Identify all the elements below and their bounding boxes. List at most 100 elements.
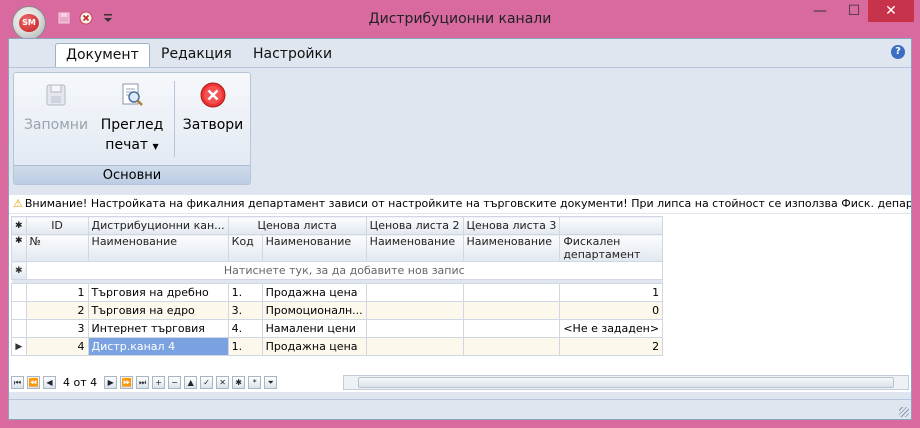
- col-pl2-name[interactable]: Наименование: [365, 234, 464, 262]
- data-grid: ✱ ID Дистрибуционни кан... Ценова листа …: [9, 214, 911, 392]
- help-icon[interactable]: ?: [891, 45, 905, 59]
- last-page-icon[interactable]: ⏭: [136, 375, 150, 389]
- maximize-button[interactable]: ☐: [838, 0, 870, 22]
- cell-pl3[interactable]: [462, 301, 561, 320]
- table-row[interactable]: 2 Търговия на едро 3. Промоционалн... 0: [11, 301, 664, 320]
- new-row-icon: ✱: [11, 261, 27, 280]
- cell-name-selected[interactable]: Дистр.канал 4: [87, 337, 229, 356]
- cell-code[interactable]: 4.: [227, 319, 263, 338]
- print-preview-label-1: Преглед: [100, 117, 164, 133]
- current-row-indicator-icon[interactable]: ▶: [11, 337, 27, 356]
- cell-fiscal[interactable]: 2: [559, 337, 664, 356]
- delete-record-icon[interactable]: −: [168, 375, 182, 389]
- dropdown-arrow-icon: ▼: [152, 142, 159, 151]
- cell-pl2[interactable]: [365, 337, 464, 356]
- band-distribution[interactable]: Дистрибуционни кан...: [87, 216, 229, 235]
- cell-id[interactable]: 1: [25, 283, 89, 302]
- post-edit-icon[interactable]: ✓: [200, 375, 214, 389]
- print-preview-button[interactable]: Преглед печат ▼: [98, 79, 166, 157]
- col-code[interactable]: Код: [227, 234, 263, 262]
- cell-pl1[interactable]: Продажна цена: [261, 283, 367, 302]
- row-selector[interactable]: [11, 301, 27, 320]
- cell-fiscal[interactable]: 0: [559, 301, 664, 320]
- cell-pl2[interactable]: [365, 283, 464, 302]
- cancel-edit-icon[interactable]: ✕: [216, 375, 230, 389]
- band-id[interactable]: ID: [25, 216, 89, 235]
- cell-name[interactable]: Търговия на дребно: [87, 283, 229, 302]
- cell-pl3[interactable]: [462, 337, 561, 356]
- record-navigator: ⏮ ⏪ ◀ 4 от 4 ▶ ⏩ ⏭ + − ▲ ✓ ✕ ✱ * ⏷: [11, 374, 278, 390]
- horizontal-scrollbar[interactable]: [343, 375, 909, 390]
- cell-pl2[interactable]: [365, 319, 464, 338]
- band-header-row: ✱ ID Дистрибуционни кан... Ценова листа …: [11, 216, 664, 235]
- warning-bar: ⚠ Внимание! Настройката на фикалния депар…: [9, 195, 911, 213]
- row-selector[interactable]: [11, 283, 27, 302]
- ribbon-separator: [174, 81, 175, 157]
- row-selector[interactable]: [11, 319, 27, 338]
- cell-pl2[interactable]: [365, 301, 464, 320]
- warning-icon: ⚠: [13, 197, 23, 210]
- cell-id[interactable]: 2: [25, 301, 89, 320]
- band-price-list-2[interactable]: Ценова листа 2: [365, 216, 464, 235]
- col-pl3-name[interactable]: Наименование: [462, 234, 561, 262]
- cell-pl3[interactable]: [462, 283, 561, 302]
- column-selector-icon[interactable]: ✱: [11, 234, 27, 262]
- close-button[interactable]: Затвори: [180, 79, 246, 135]
- band-price-list[interactable]: Ценова листа: [227, 216, 367, 235]
- cell-fiscal[interactable]: 1: [559, 283, 664, 302]
- table-row[interactable]: 3 Интернет търговия 4. Намалени цени <Не…: [11, 319, 664, 338]
- filter-icon[interactable]: ⏷: [264, 375, 278, 389]
- save-icon: [40, 79, 72, 111]
- band-price-list-3[interactable]: Ценова листа 3: [462, 216, 561, 235]
- minimize-button[interactable]: —: [804, 0, 836, 22]
- tab-settings[interactable]: Настройки: [243, 43, 342, 67]
- band-fiscal[interactable]: [559, 216, 664, 235]
- first-page-icon[interactable]: ⏮: [11, 375, 24, 389]
- cell-code[interactable]: 3.: [227, 301, 263, 320]
- cell-code[interactable]: 1.: [227, 283, 263, 302]
- col-name[interactable]: Наименование: [87, 234, 229, 262]
- close-label: Затвори: [182, 117, 244, 133]
- next-page-icon[interactable]: ⏩: [120, 375, 134, 389]
- resize-grip-icon[interactable]: [899, 407, 909, 417]
- ribbon-panel: Запомни Преглед печат ▼ Затвори Основни: [9, 67, 911, 189]
- close-window-button[interactable]: ✕: [868, 0, 914, 22]
- grid-table: ✱ ID Дистрибуционни кан... Ценова листа …: [11, 216, 664, 356]
- save-label: Запомни: [23, 117, 89, 133]
- print-preview-icon: [116, 79, 148, 111]
- cell-pl1[interactable]: Продажна цена: [261, 337, 367, 356]
- cell-name[interactable]: Интернет търговия: [87, 319, 229, 338]
- cell-pl1[interactable]: Промоционалн...: [261, 301, 367, 320]
- tab-edit[interactable]: Редакция: [151, 43, 242, 67]
- title-bar: SM Дистрибуционни канали — ☐ ✕: [0, 0, 920, 40]
- new-record-row[interactable]: ✱ Натиснете тук, за да добавите нов запи…: [11, 261, 664, 280]
- table-row[interactable]: 1 Търговия на дребно 1. Продажна цена 1: [11, 283, 664, 302]
- bookmark-icon[interactable]: *: [248, 375, 262, 389]
- cell-id[interactable]: 4: [25, 337, 89, 356]
- cell-pl3[interactable]: [462, 319, 561, 338]
- add-record-icon[interactable]: +: [152, 375, 166, 389]
- tab-document[interactable]: Документ: [55, 43, 150, 67]
- band-selector-icon[interactable]: ✱: [11, 216, 27, 235]
- refresh-icon[interactable]: ✱: [232, 375, 246, 389]
- save-button[interactable]: Запомни: [22, 79, 90, 135]
- cell-name[interactable]: Търговия на едро: [87, 301, 229, 320]
- cell-id[interactable]: 3: [25, 319, 89, 338]
- prev-page-icon[interactable]: ⏪: [27, 375, 40, 389]
- ribbon-group-main: Запомни Преглед печат ▼ Затвори Основни: [13, 72, 251, 185]
- col-fiscal-department[interactable]: Фискален департамент: [559, 234, 664, 262]
- print-preview-label-2: печат: [105, 137, 149, 153]
- cell-fiscal[interactable]: <Не е зададен>: [559, 319, 664, 338]
- new-record-text[interactable]: Натиснете тук, за да добавите нов запис: [25, 261, 664, 280]
- next-record-icon[interactable]: ▶: [104, 375, 118, 389]
- col-pl1-name[interactable]: Наименование: [261, 234, 367, 262]
- table-row-current[interactable]: ▶ 4 Дистр.канал 4 1. Продажна цена 2: [11, 337, 664, 356]
- edit-record-icon[interactable]: ▲: [184, 375, 198, 389]
- cell-pl1[interactable]: Намалени цени: [261, 319, 367, 338]
- ribbon-tabs: Документ Редакция Настройки ?: [9, 39, 911, 67]
- close-icon: [197, 79, 229, 111]
- prev-record-icon[interactable]: ◀: [43, 375, 56, 389]
- cell-code[interactable]: 1.: [227, 337, 263, 356]
- scrollbar-thumb[interactable]: [358, 377, 894, 388]
- col-number[interactable]: №: [25, 234, 89, 262]
